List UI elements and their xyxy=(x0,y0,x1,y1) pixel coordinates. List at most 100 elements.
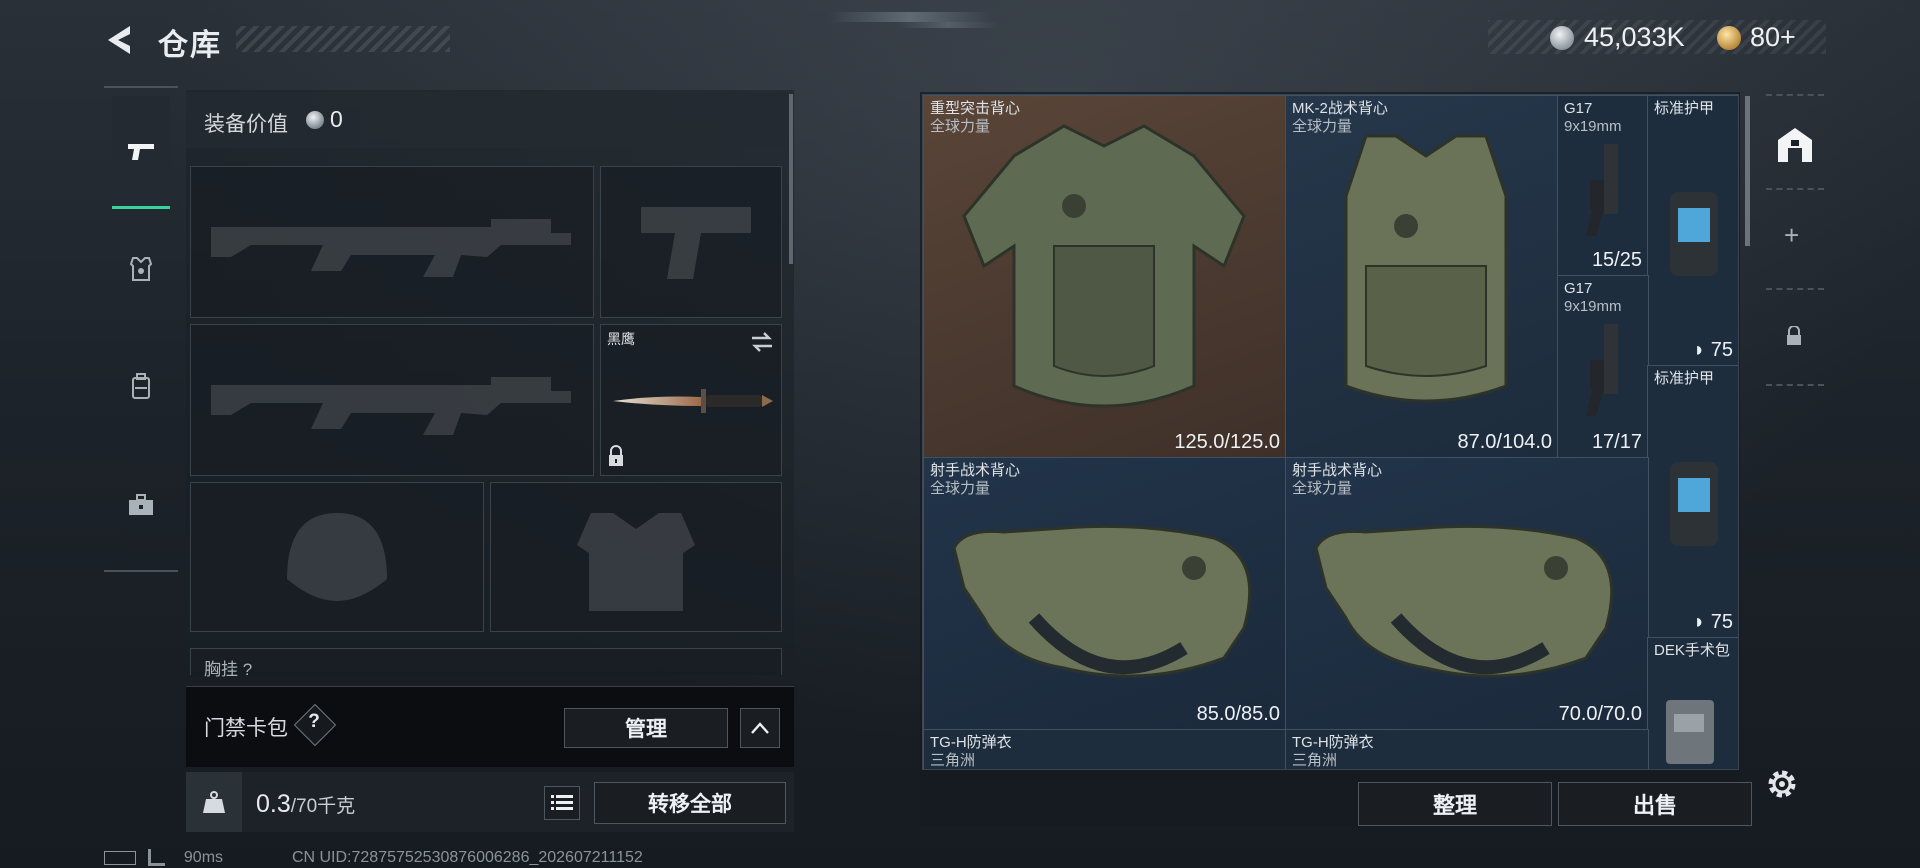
manage-button[interactable]: 管理 xyxy=(564,708,728,748)
item-label: 射手战术背心 全球力量 xyxy=(930,462,1020,498)
item-name: 标准护甲 xyxy=(1654,100,1715,117)
stash-item[interactable]: G17 9x19mm 15/25 xyxy=(1557,95,1649,277)
stash-item[interactable]: TG-H防弹衣 三角洲 xyxy=(923,729,1287,769)
vest-icon xyxy=(577,513,695,611)
gear-icon xyxy=(1768,770,1796,798)
item-name: 标准护甲 xyxy=(1654,370,1715,387)
top-light-highlight xyxy=(898,22,998,28)
tactical-vest-image xyxy=(1344,134,1508,403)
silver-coin-icon xyxy=(306,111,324,129)
weight-text: 0.3/70千克 xyxy=(256,790,355,819)
status-row: 90ms CN UID:7287575253087600628​6_202607… xyxy=(104,849,643,867)
backpack-icon xyxy=(132,373,150,399)
melee-slot[interactable]: 黑鹰 xyxy=(600,324,782,476)
transfer-all-button[interactable]: 转移全部 xyxy=(594,782,786,824)
stash-item[interactable]: 射手战术背心 全球力量 70.0/70.0 xyxy=(1285,457,1649,731)
rifle-icon xyxy=(211,377,571,435)
kg-weight-icon xyxy=(203,791,225,813)
lock-icon xyxy=(609,445,623,466)
stash-tabs: + xyxy=(1758,92,1830,562)
list-icon xyxy=(551,795,573,810)
list-view-button[interactable] xyxy=(544,786,580,820)
item-name: TG-H防弹衣 xyxy=(930,734,1012,751)
equip-value: 0 xyxy=(330,106,343,132)
stash-item[interactable]: 标准护甲 ◗ 75 xyxy=(1647,365,1738,639)
settings-button[interactable] xyxy=(1762,764,1804,806)
weight-max: /70千克 xyxy=(290,796,356,817)
battery-icon xyxy=(104,850,136,865)
item-brand: 三角洲 xyxy=(930,752,976,769)
pistol-icon xyxy=(641,207,751,279)
nav-item-weapons[interactable] xyxy=(112,96,170,209)
warehouse-icon[interactable] xyxy=(1774,124,1816,166)
expand-button[interactable] xyxy=(740,708,780,748)
weight-current: 0.3 xyxy=(256,790,291,818)
stash-item[interactable]: TG-H防弹衣 三角洲 xyxy=(1285,729,1649,769)
sidearm-slot[interactable] xyxy=(600,166,782,318)
item-name: TG-H防弹衣 xyxy=(1292,734,1374,751)
stash-item[interactable]: G17 9x19mm 17/17 xyxy=(1557,275,1649,459)
item-armor-rating: ◗ 75 xyxy=(1693,339,1733,362)
swap-icon[interactable] xyxy=(749,331,775,353)
item-armor-rating: ◗ 75 xyxy=(1693,611,1733,634)
weight-icon-box xyxy=(186,772,242,832)
toolbox-icon xyxy=(129,494,153,515)
stash-scrollbar[interactable] xyxy=(1745,96,1750,246)
chest-rig-slot[interactable] xyxy=(190,648,782,675)
item-label: 射手战术背心 全球力量 xyxy=(1292,462,1382,498)
item-name: G17 xyxy=(1564,100,1593,117)
sell-button[interactable]: 出售 xyxy=(1558,782,1752,826)
knife-image xyxy=(613,389,773,413)
organize-button[interactable]: 整理 xyxy=(1358,782,1552,826)
item-name: G17 xyxy=(1564,280,1593,297)
armor-vest-icon xyxy=(129,257,153,281)
item-durability: 85.0/85.0 xyxy=(1196,703,1280,725)
armor-value: 75 xyxy=(1710,611,1733,633)
add-tab-icon[interactable]: + xyxy=(1784,220,1799,251)
signal-icon xyxy=(148,849,166,867)
uid-text: CN UID:7287575253087600628​6_20260721115… xyxy=(291,849,643,866)
item-durability: 70.0/70.0 xyxy=(1558,703,1642,725)
item-ammo: 15/25 xyxy=(1591,249,1642,271)
stash-item[interactable]: MK-2战术背心 全球力量 87.0/104.0 xyxy=(1285,95,1559,459)
page-title: 仓库 xyxy=(158,29,222,62)
top-light-highlight xyxy=(830,12,990,22)
stash-item[interactable]: DEK手术包 xyxy=(1647,637,1738,769)
item-label: G17 9x19mm xyxy=(1564,280,1622,316)
helmet-slot[interactable] xyxy=(190,482,484,632)
item-caliber: 9x19mm xyxy=(1564,298,1622,315)
rifle-icon xyxy=(211,219,571,277)
armor-plate-image xyxy=(1670,192,1718,276)
gold-amount[interactable]: 80+ xyxy=(1750,22,1796,53)
armor-value: 75 xyxy=(1710,339,1733,361)
pistol-image xyxy=(1586,144,1618,236)
pistol-image xyxy=(1586,324,1618,416)
loadout-scrollbar[interactable] xyxy=(789,94,793,264)
lock-icon xyxy=(1787,326,1801,345)
nav-item-armor[interactable] xyxy=(112,214,170,324)
item-label: G17 9x19mm xyxy=(1564,100,1622,136)
stash-grid: 重型突击背心 全球力量 125.0/125.0 MK-2战术背心 全球力量 87… xyxy=(922,94,1739,770)
melee-name: 黑鹰 xyxy=(607,331,635,347)
back-button[interactable] xyxy=(100,18,144,62)
stash-item[interactable]: 射手战术背心 全球力量 85.0/85.0 xyxy=(923,457,1287,731)
ping-text: 90ms xyxy=(183,849,224,866)
pistol-icon xyxy=(128,144,154,160)
body-armor-slot[interactable] xyxy=(490,482,782,632)
stash-item[interactable]: 标准护甲 ◗ 75 xyxy=(1647,95,1738,367)
item-ammo: 17/17 xyxy=(1591,431,1642,453)
item-label: TG-H防弹衣 三角洲 xyxy=(1292,734,1374,769)
armor-plate-image xyxy=(1670,462,1718,546)
item-name: DEK手术包 xyxy=(1654,642,1730,659)
nav-item-backpack[interactable] xyxy=(112,332,170,442)
back-arrow-icon xyxy=(108,26,130,54)
stash-item[interactable]: 重型突击背心 全球力量 125.0/125.0 xyxy=(923,95,1287,459)
primary-weapon-slot-1[interactable] xyxy=(190,166,594,318)
surgical-kit-image xyxy=(1666,700,1714,764)
marksman-vest-image xyxy=(1314,524,1614,678)
item-caliber: 9x19mm xyxy=(1564,118,1622,135)
primary-weapon-slot-2[interactable] xyxy=(190,324,594,476)
shield-icon: ◗ xyxy=(1693,339,1706,361)
nav-item-supplies[interactable] xyxy=(112,450,170,560)
money-amount: 45,033K xyxy=(1584,22,1685,52)
